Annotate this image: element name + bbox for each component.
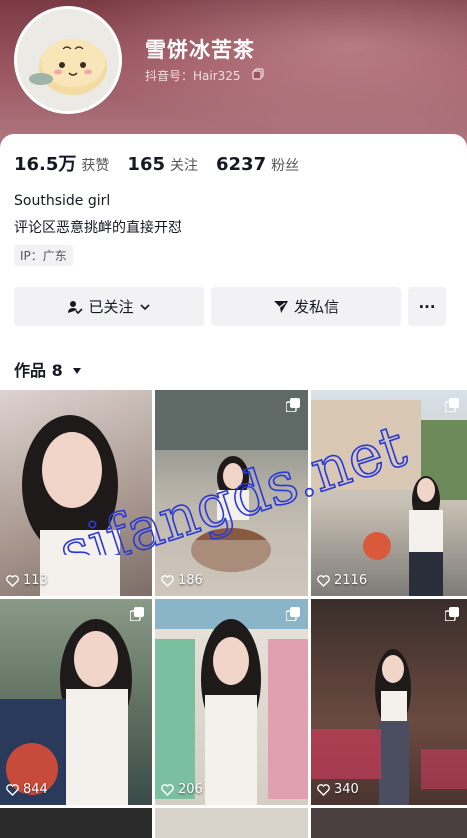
like-count-text: 206 — [178, 782, 203, 797]
more-button[interactable]: ··· — [408, 287, 446, 326]
stat-number: 165 — [127, 154, 165, 175]
post-tile[interactable]: 206 — [155, 599, 308, 805]
like-count-text: 186 — [178, 573, 203, 588]
post-tile[interactable]: 2116 — [311, 390, 467, 596]
post-tile[interactable]: 844 — [0, 599, 152, 805]
following-label: 已关注 — [88, 298, 134, 316]
message-label: 发私信 — [293, 298, 339, 316]
user-check-icon — [68, 300, 84, 314]
multi-image-icon — [445, 607, 459, 621]
chevron-down-icon — [139, 303, 150, 310]
post-thumbnail — [155, 599, 308, 805]
multi-image-icon — [286, 607, 300, 621]
stat-number: 16.5万 — [14, 154, 77, 175]
post-like-count: 206 — [161, 782, 203, 797]
multi-image-icon — [130, 607, 144, 621]
post-tile[interactable] — [311, 808, 467, 838]
works-tab[interactable]: 作品 8 — [14, 357, 82, 381]
post-tile[interactable]: 340 — [311, 599, 467, 805]
ip-location-badge: IP：广东 — [14, 245, 73, 266]
stat-label: 关注 — [170, 158, 198, 174]
post-like-count: 113 — [6, 573, 48, 588]
stat-following[interactable]: 165 关注 — [127, 154, 198, 175]
more-icon: ··· — [418, 297, 436, 316]
post-like-count: 186 — [161, 573, 203, 588]
avatar[interactable] — [14, 6, 122, 114]
post-thumbnail — [22, 415, 120, 596]
post-like-count: 2116 — [317, 573, 367, 588]
heart-icon — [6, 783, 19, 796]
post-tile[interactable]: 186 — [155, 390, 308, 596]
bio-line-1: Southside girl — [14, 193, 111, 209]
stat-followers[interactable]: 6237 粉丝 — [216, 154, 299, 175]
avatar-illustration — [17, 9, 119, 111]
stat-label: 获赞 — [81, 158, 110, 174]
like-count-text: 2116 — [334, 573, 368, 588]
bio-line-2: 评论区恶意挑衅的直接开怼 — [14, 220, 182, 236]
douyin-id: 抖音号：Hair325 — [145, 69, 241, 83]
like-count-text: 340 — [334, 782, 359, 797]
heart-icon — [317, 783, 330, 796]
stat-number: 6237 — [216, 154, 267, 175]
like-count-text: 844 — [23, 782, 48, 797]
profile-nickname: 雪饼冰苦茶 — [145, 38, 255, 62]
like-count-text: 113 — [23, 573, 48, 588]
post-tile[interactable] — [155, 808, 308, 838]
copy-icon[interactable] — [252, 68, 264, 80]
profile-stats: 16.5万 获赞 165 关注 6237 粉丝 — [14, 150, 299, 176]
heart-icon — [6, 574, 19, 587]
post-tile[interactable] — [0, 808, 152, 838]
post-thumbnail — [155, 390, 308, 596]
works-label: 作品 8 — [14, 361, 63, 380]
multi-image-icon — [445, 398, 459, 412]
message-button[interactable]: 发私信 — [211, 287, 401, 326]
heart-icon — [161, 783, 174, 796]
stat-label: 粉丝 — [271, 158, 300, 174]
multi-image-icon — [286, 398, 300, 412]
paper-plane-icon — [273, 300, 288, 313]
post-like-count: 340 — [317, 782, 359, 797]
caret-down-icon — [73, 368, 82, 374]
heart-icon — [161, 574, 174, 587]
post-thumbnail — [311, 400, 467, 596]
post-thumbnail — [0, 619, 132, 805]
post-thumbnail — [311, 649, 467, 805]
stat-likes[interactable]: 16.5万 获赞 — [14, 150, 109, 176]
post-like-count: 844 — [6, 782, 48, 797]
following-button[interactable]: 已关注 — [14, 287, 204, 326]
heart-icon — [317, 574, 330, 587]
post-tile[interactable]: 113 — [0, 390, 152, 596]
